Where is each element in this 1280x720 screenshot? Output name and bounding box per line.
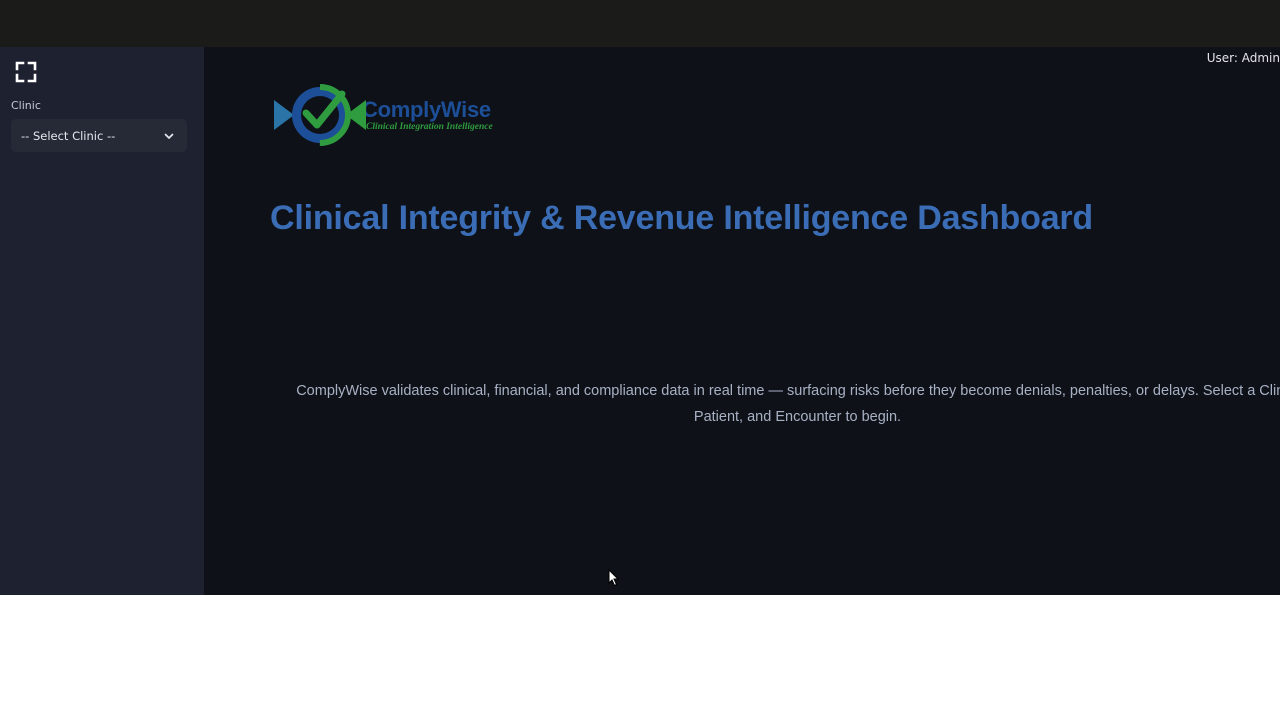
complywise-logo: ComplyWise Clinical Integration Intellig… — [272, 82, 508, 148]
fullscreen-icon[interactable] — [14, 60, 38, 84]
page-title: Clinical Integrity & Revenue Intelligenc… — [270, 199, 1093, 237]
mouse-cursor-icon — [608, 569, 620, 587]
clinic-label: Clinic — [11, 99, 41, 112]
logo-name: ComplyWise — [362, 96, 491, 122]
browser-top-bar — [0, 0, 1280, 47]
logo-tagline: Clinical Integration Intelligence — [366, 121, 493, 132]
logo-check-icon — [272, 82, 368, 148]
sidebar: Clinic -- Select Clinic -- — [0, 47, 204, 595]
intro-description: ComplyWise validates clinical, financial… — [296, 383, 1280, 425]
user-label: User: Admin — [1206, 51, 1280, 65]
clinic-select[interactable]: -- Select Clinic -- — [11, 119, 187, 152]
clinic-select-value: -- Select Clinic -- — [21, 128, 116, 143]
main-content: User: Admin ComplyWise Clinical Integrat… — [204, 47, 1280, 595]
chevron-down-icon — [164, 133, 174, 139]
